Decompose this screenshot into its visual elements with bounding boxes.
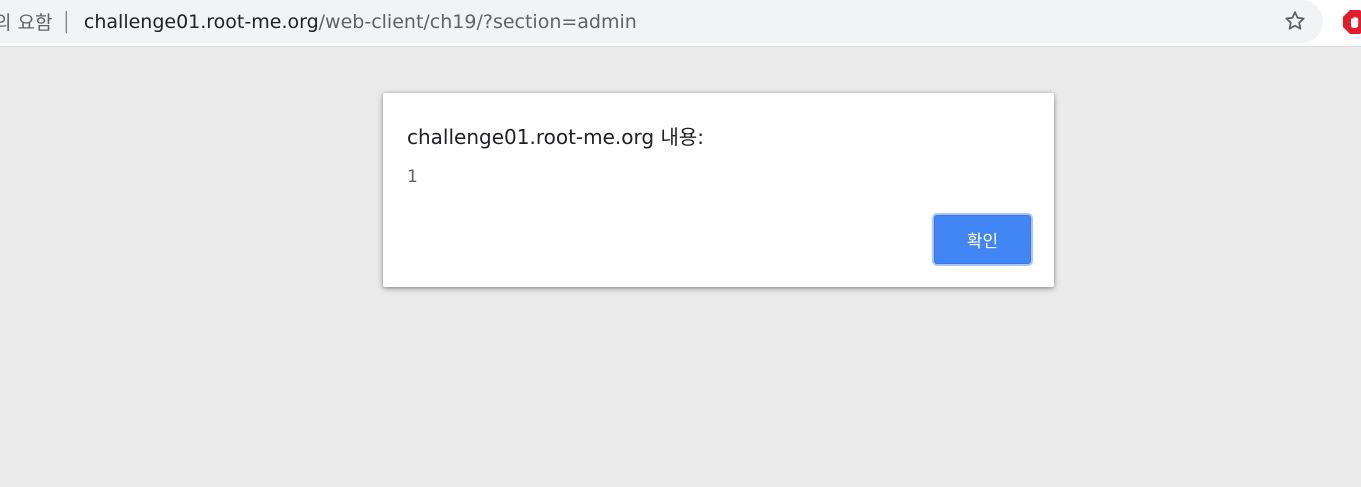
alert-message: 1 — [407, 167, 418, 187]
address-separator: | — [62, 9, 70, 34]
ok-button[interactable]: 확인 — [934, 215, 1031, 264]
url-host: challenge01.root-me.org — [83, 10, 319, 33]
browser-toolbar: 의 요함 | challenge01.root-me.org/web-clien… — [0, 0, 1361, 47]
security-indicator[interactable]: 의 요함 — [0, 8, 52, 35]
extension-icon[interactable] — [1342, 9, 1361, 35]
url-text[interactable]: challenge01.root-me.org/web-client/ch19/… — [84, 11, 637, 33]
url-path: /web-client/ch19/?section=admin — [318, 10, 637, 33]
address-bar[interactable]: 의 요함 | challenge01.root-me.org/web-clien… — [0, 0, 1323, 43]
alert-title: challenge01.root-me.org 내용: — [407, 125, 704, 149]
star-icon[interactable] — [1283, 9, 1307, 33]
alert-dialog: challenge01.root-me.org 내용: 1 확인 — [383, 93, 1054, 287]
page-content: challenge01.root-me.org 내용: 1 확인 — [0, 48, 1361, 487]
